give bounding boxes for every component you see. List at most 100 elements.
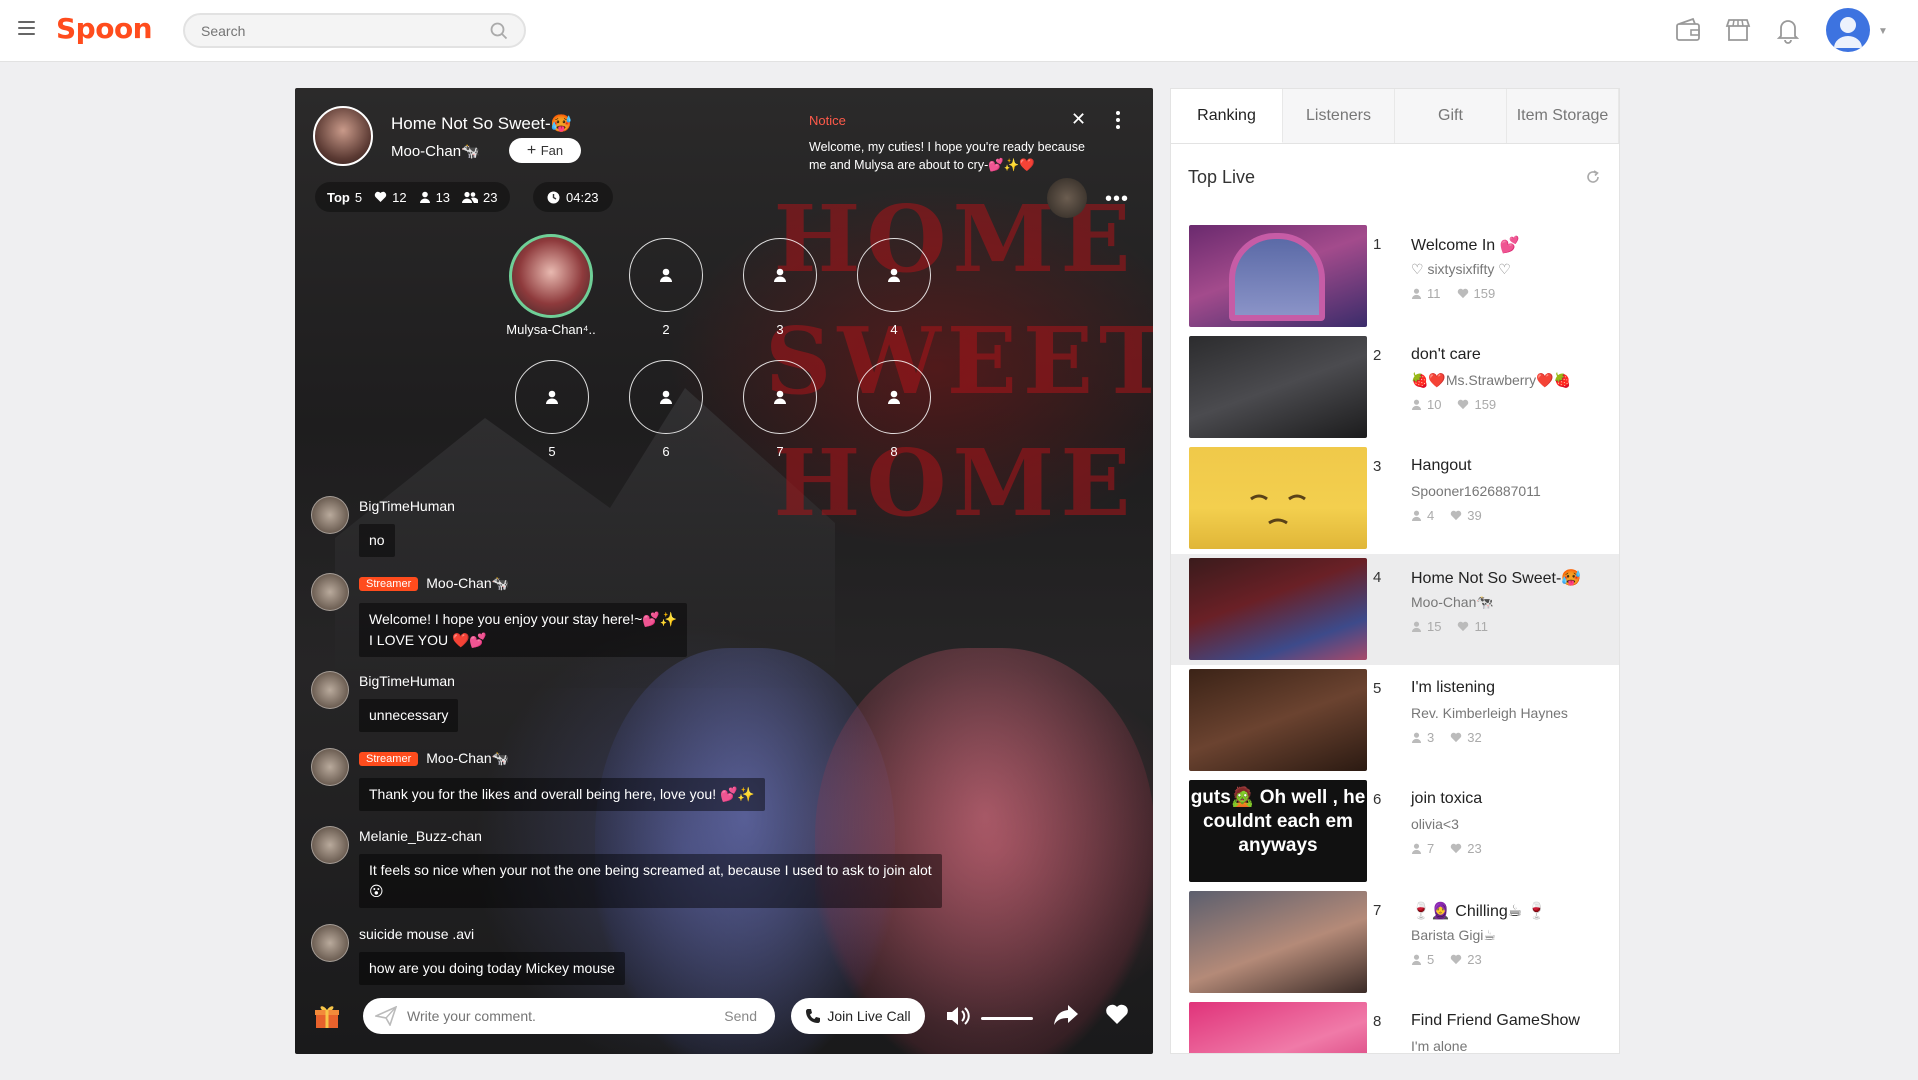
live-list-item-current[interactable]: 4 Home Not So Sweet-🥵 Moo-Chan🐄 15 11 <box>1171 554 1619 665</box>
live-title: don't care <box>1411 346 1481 363</box>
seat-1-occupied[interactable] <box>509 234 593 318</box>
host-name[interactable]: Moo-Chan🐄 <box>391 142 480 160</box>
seat-label: 8 <box>890 444 898 459</box>
search-icon[interactable] <box>490 22 508 45</box>
chat-avatar[interactable] <box>311 671 349 709</box>
live-host: Rev. Kimberleigh Haynes <box>1411 705 1568 721</box>
tab-listeners[interactable]: Listeners <box>1283 89 1395 143</box>
host-avatar[interactable] <box>313 106 373 166</box>
chat-username[interactable]: suicide mouse .avi <box>359 926 474 942</box>
room-stats[interactable]: Top 5 12 13 23 <box>315 182 510 212</box>
chat-avatar[interactable] <box>311 573 349 611</box>
streamer-badge: Streamer <box>359 577 419 591</box>
gift-icon[interactable] <box>313 1002 341 1037</box>
live-stats: 3 32 <box>1411 730 1482 745</box>
send-icon[interactable] <box>373 1005 398 1031</box>
live-title: Find Friend GameShow <box>1411 1012 1580 1029</box>
volume-icon[interactable] <box>945 1004 973 1033</box>
chat-avatar[interactable] <box>311 748 349 786</box>
seat-empty[interactable] <box>743 238 817 312</box>
person-icon <box>1411 621 1422 632</box>
more-horizontal-icon[interactable]: ••• <box>1105 188 1129 211</box>
live-list-item[interactable]: 7 🍷🧕 Chilling☕ 🍷 Barista Gigi☕ 5 23 <box>1171 887 1619 998</box>
search-box[interactable] <box>183 13 526 48</box>
live-list-item[interactable]: 8 Find Friend GameShow I'm alone <box>1171 998 1619 1054</box>
heart-icon[interactable] <box>1105 1003 1129 1030</box>
heart-icon <box>374 191 387 202</box>
chat-text: Thank you for the likes and overall bein… <box>359 778 765 811</box>
live-thumbnail[interactable] <box>1189 1002 1367 1053</box>
heart-icon <box>1451 843 1462 854</box>
live-list-item[interactable]: 3 Hangout Spooner1626887011 4 39 <box>1171 443 1619 554</box>
live-list-item[interactable]: 5 I'm listening Rev. Kimberleigh Haynes … <box>1171 665 1619 776</box>
user-avatar[interactable] <box>1826 8 1870 52</box>
seat-empty[interactable] <box>629 360 703 434</box>
notice-text: Welcome, my cuties! I hope you're ready … <box>809 140 1085 172</box>
tab-gift[interactable]: Gift <box>1395 89 1507 143</box>
menu-icon[interactable] <box>18 21 35 35</box>
seat-empty[interactable] <box>857 238 931 312</box>
live-title: I'm listening <box>1411 679 1495 696</box>
live-thumbnail[interactable]: guts🧟 Oh well , he couldnt each em anywa… <box>1189 780 1367 882</box>
chevron-down-icon[interactable]: ▼ <box>1878 26 1888 37</box>
background-title-art: HOME SWEET HOME <box>765 185 1153 537</box>
live-title: join toxica <box>1411 790 1483 807</box>
seat-empty[interactable] <box>515 360 589 434</box>
live-stats: 7 23 <box>1411 841 1482 856</box>
send-button[interactable]: Send <box>724 1008 757 1024</box>
chat-avatar[interactable] <box>311 924 349 962</box>
total-stat: 23 <box>462 190 498 205</box>
live-host: Spooner1626887011 <box>1411 483 1541 499</box>
heart-icon <box>1457 288 1468 299</box>
tab-item-storage[interactable]: Item Storage <box>1507 89 1619 143</box>
wallet-icon[interactable] <box>1674 16 1702 49</box>
rank-number: 6 <box>1373 791 1382 808</box>
live-host: olivia<3 <box>1411 816 1459 832</box>
spoon-logo[interactable]: Spoon <box>56 12 153 45</box>
person-icon <box>1411 399 1422 410</box>
chat-avatar[interactable] <box>311 826 349 864</box>
comment-box[interactable]: Send <box>363 998 775 1034</box>
live-list-item[interactable]: guts🧟 Oh well , he couldnt each em anywa… <box>1171 776 1619 887</box>
chat-username[interactable]: Streamer Moo-Chan🐄 <box>359 750 509 767</box>
volume-slider[interactable] <box>981 1017 1033 1020</box>
person-icon <box>1411 954 1422 965</box>
live-thumbnail[interactable] <box>1189 447 1367 549</box>
live-host: I'm alone <box>1411 1038 1468 1054</box>
search-input[interactable] <box>185 15 465 46</box>
join-live-call-button[interactable]: Join Live Call <box>791 998 925 1034</box>
close-icon[interactable]: ✕ <box>1071 109 1086 130</box>
seat-empty[interactable] <box>629 238 703 312</box>
person-icon <box>1411 510 1422 521</box>
share-icon[interactable] <box>1053 1002 1079 1033</box>
seat-empty[interactable] <box>857 360 931 434</box>
live-thumbnail[interactable] <box>1189 558 1367 660</box>
chat-text: unnecessary <box>359 699 459 732</box>
chat-username[interactable]: BigTimeHuman <box>359 673 455 689</box>
chat-username[interactable]: Melanie_Buzz-chan <box>359 828 482 844</box>
live-list-item[interactable]: 2 don't care 🍓❤️Ms.Strawberry❤️🍓 10 159 <box>1171 332 1619 443</box>
live-list-item[interactable]: 1 Welcome In 💕 ♡ sixtysixfifty ♡ 11 159 <box>1171 221 1619 332</box>
guest-mini-avatar[interactable] <box>1047 178 1087 218</box>
live-stats: 10 159 <box>1411 397 1496 412</box>
bell-icon[interactable] <box>1774 16 1802 49</box>
chat-username[interactable]: Streamer Moo-Chan🐄 <box>359 575 509 592</box>
store-icon[interactable] <box>1724 16 1752 49</box>
live-thumbnail[interactable] <box>1189 891 1367 993</box>
fan-button[interactable]: + Fan <box>509 138 581 163</box>
seat-empty[interactable] <box>743 360 817 434</box>
chat-avatar[interactable] <box>311 496 349 534</box>
comment-input[interactable] <box>407 998 707 1034</box>
live-thumbnail[interactable] <box>1189 336 1367 438</box>
person-icon <box>774 268 786 282</box>
refresh-icon[interactable] <box>1585 169 1601 190</box>
more-vertical-icon[interactable] <box>1115 110 1121 135</box>
chat-username[interactable]: BigTimeHuman <box>359 498 455 514</box>
tab-ranking[interactable]: Ranking <box>1171 89 1283 143</box>
live-thumbnail[interactable] <box>1189 669 1367 771</box>
seat-label: Mulysa-Chan⁴.. <box>506 322 596 337</box>
live-host: Barista Gigi☕ <box>1411 927 1496 943</box>
live-thumbnail[interactable] <box>1189 225 1367 327</box>
live-title: Hangout <box>1411 457 1472 474</box>
live-room: HOME SWEET HOME Home Not So Sweet-🥵 Moo-… <box>295 88 1153 1054</box>
